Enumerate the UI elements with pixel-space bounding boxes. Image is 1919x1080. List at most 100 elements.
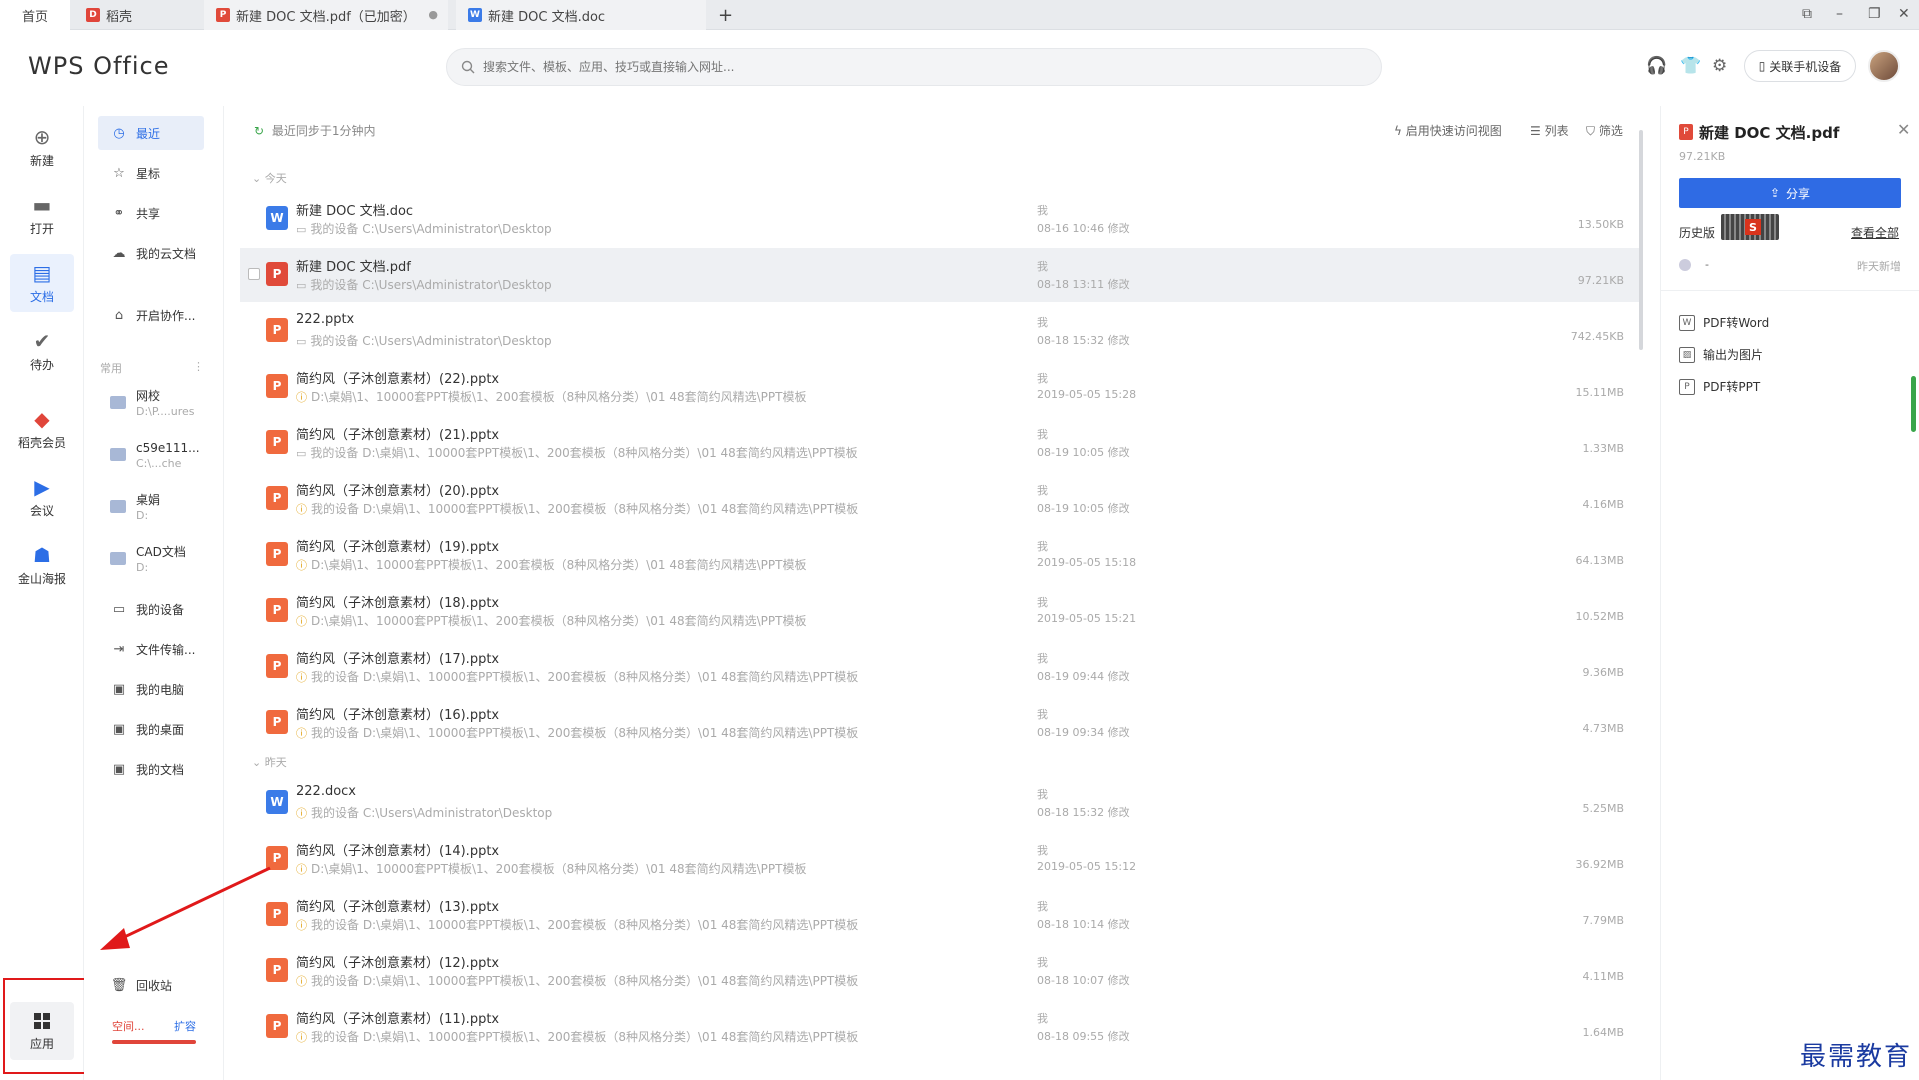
minimize-button[interactable]: – xyxy=(1836,6,1843,22)
ppt-file-icon: P xyxy=(266,598,288,622)
nav-poster[interactable]: ☗ 金山海报 xyxy=(10,536,74,594)
file-name[interactable]: 简约风（子沐创意素材）(13).pptx xyxy=(296,896,499,915)
warning-icon: ⓘ xyxy=(296,863,307,876)
word-file-icon: W xyxy=(266,206,288,230)
file-size: 5.25MB xyxy=(1582,802,1624,815)
folder-item[interactable]: 桌娟 D: xyxy=(98,492,208,536)
export-image-button[interactable]: ▨ 输出为图片 xyxy=(1679,346,1763,363)
file-name[interactable]: 简约风（子沐创意素材）(11).pptx xyxy=(296,1008,499,1027)
file-row[interactable]: P 简约风（子沐创意素材）(21).pptx ▭ 我的设备 D:\桌娟\1、10000… xyxy=(240,416,1640,470)
group-yesterday[interactable]: ⌄ 昨天 xyxy=(252,754,287,770)
folder-item[interactable]: CAD文档 D: xyxy=(98,544,208,588)
search-input[interactable] xyxy=(483,60,1343,74)
list-view-button[interactable]: ☰ 列表 xyxy=(1530,122,1569,139)
folder-item[interactable]: 网校 D:\P....ures xyxy=(98,388,208,432)
avatar[interactable] xyxy=(1868,50,1900,82)
file-name[interactable]: 222.docx xyxy=(296,784,356,799)
file-row[interactable]: P 简约风（子沐创意素材）(18).pptx ⓘ D:\桌娟\1、10000套PPT模… xyxy=(240,584,1640,638)
warning-icon: ⓘ xyxy=(296,919,307,932)
link-phone-button[interactable]: ▯ 关联手机设备 xyxy=(1744,50,1856,82)
file-row[interactable]: P 简约风（子沐创意素材）(16).pptx ⓘ 我的设备 D:\桌娟\1、10000… xyxy=(240,696,1640,750)
secnav-my-computer[interactable]: ▣ 我的电脑 xyxy=(98,672,204,706)
tab-bar: 首页 D 稻壳 P 新建 DOC 文档.pdf（已加密） ● W 新建 DOC … xyxy=(0,0,1919,30)
nav-documents[interactable]: ▤ 文档 xyxy=(10,254,74,312)
file-row[interactable]: P 简约风（子沐创意素材）(14).pptx ⓘ D:\桌娟\1、10000套PPT模… xyxy=(240,832,1640,886)
file-name[interactable]: 简约风（子沐创意素材）(12).pptx xyxy=(296,952,499,971)
tab-pdf-encrypted[interactable]: P 新建 DOC 文档.pdf（已加密） ● xyxy=(204,0,448,30)
file-name[interactable]: 简约风（子沐创意素材）(22).pptx xyxy=(296,368,499,387)
tab-home[interactable]: 首页 xyxy=(0,0,70,30)
file-name[interactable]: 简约风（子沐创意素材）(17).pptx xyxy=(296,648,499,667)
filter-button[interactable]: ⛉ 筛选 xyxy=(1586,122,1623,139)
quick-view-button[interactable]: ϟ 启用快速访问视图 xyxy=(1394,122,1502,139)
pdf-to-ppt-button[interactable]: P PDF转PPT xyxy=(1679,378,1760,395)
file-path: ▭ 我的设备 C:\Users\Administrator\Desktop xyxy=(296,334,552,348)
nav-open[interactable]: ▬ 打开 xyxy=(10,186,74,244)
pdf-to-word-button[interactable]: W PDF转Word xyxy=(1679,314,1769,331)
tab-doc[interactable]: W 新建 DOC 文档.doc xyxy=(456,0,706,30)
file-name[interactable]: 新建 DOC 文档.doc xyxy=(296,200,413,219)
close-tab-icon[interactable]: ● xyxy=(428,8,438,21)
documents-icon: ▣ xyxy=(112,761,126,777)
version-entry[interactable]: - 昨天新增 xyxy=(1679,256,1901,276)
file-row[interactable]: P 简约风（子沐创意素材）(20).pptx ⓘ 我的设备 D:\桌娟\1、10000… xyxy=(240,472,1640,526)
file-name[interactable]: 222.pptx xyxy=(296,312,354,327)
group-today[interactable]: ⌄ 今天 xyxy=(252,170,287,186)
file-row[interactable]: W 222.docx ⓘ 我的设备 C:\Users\Administrator\De… xyxy=(240,776,1640,830)
secnav-cloud[interactable]: ☁ 我的云文档 xyxy=(98,236,204,270)
secnav-recycle[interactable]: 🗑 回收站 xyxy=(98,968,204,1002)
secnav-my-desktop[interactable]: ▣ 我的桌面 xyxy=(98,712,204,746)
file-row[interactable]: P 简约风（子沐创意素材）(13).pptx ⓘ 我的设备 D:\桌娟\1、10000… xyxy=(240,888,1640,942)
panel-scroll-indicator[interactable] xyxy=(1911,376,1916,432)
file-name[interactable]: 新建 DOC 文档.pdf xyxy=(296,256,411,275)
file-row[interactable]: P 简约风（子沐创意素材）(11).pptx ⓘ 我的设备 D:\桌娟\1、10000… xyxy=(240,1000,1640,1054)
search-box[interactable] xyxy=(446,48,1382,86)
file-size: 742.45KB xyxy=(1570,330,1624,343)
view-all-link[interactable]: 查看全部 xyxy=(1851,224,1899,241)
skin-icon[interactable]: 👕 xyxy=(1680,56,1701,76)
file-row[interactable]: P 新建 DOC 文档.pdf ▭ 我的设备 C:\Users\Administrat… xyxy=(240,248,1640,302)
highlight-box xyxy=(3,978,94,1074)
secnav-my-device[interactable]: ▭ 我的设备 xyxy=(98,592,204,626)
tab-docer[interactable]: D 稻壳 xyxy=(74,0,198,30)
new-tab-button[interactable]: + xyxy=(712,0,742,30)
nav-todo[interactable]: ✔ 待办 xyxy=(10,322,74,380)
folder-item[interactable]: c59e111... C:\...che xyxy=(98,440,208,484)
restore-button[interactable]: ❐ xyxy=(1868,6,1881,22)
headset-icon[interactable]: 🎧 xyxy=(1646,56,1667,76)
file-row[interactable]: P 简约风（子沐创意素材）(19).pptx ⓘ D:\桌娟\1、10000套PPT模… xyxy=(240,528,1640,582)
file-name[interactable]: 简约风（子沐创意素材）(16).pptx xyxy=(296,704,499,723)
file-time: 08-19 10:05 修改 xyxy=(1037,446,1130,459)
file-name[interactable]: 简约风（子沐创意素材）(19).pptx xyxy=(296,536,499,555)
file-row[interactable]: P 简约风（子沐创意素材）(22).pptx ⓘ D:\桌娟\1、10000套PPT模… xyxy=(240,360,1640,414)
file-row[interactable]: W 新建 DOC 文档.doc ▭ 我的设备 C:\Users\Administrat… xyxy=(240,192,1640,246)
file-name[interactable]: 简约风（子沐创意素材）(20).pptx xyxy=(296,480,499,499)
nav-docer-member[interactable]: ◆ 稻壳会员 xyxy=(10,400,74,458)
file-row[interactable]: P 222.pptx ▭ 我的设备 C:\Users\Administrator\De… xyxy=(240,304,1640,358)
file-name[interactable]: 简约风（子沐创意素材）(21).pptx xyxy=(296,424,499,443)
gear-icon[interactable]: ⚙ xyxy=(1712,56,1727,76)
layout-icon[interactable]: ⧉ xyxy=(1802,6,1812,22)
secnav-starred[interactable]: ☆ 星标 xyxy=(98,156,204,190)
history-thumbnail[interactable]: S xyxy=(1721,214,1779,240)
close-icon[interactable]: ✕ xyxy=(1897,120,1910,139)
nav-new[interactable]: ⊕ 新建 xyxy=(10,118,74,176)
file-row[interactable]: P 简约风（子沐创意素材）(17).pptx ⓘ 我的设备 D:\桌娟\1、10000… xyxy=(240,640,1640,694)
row-checkbox[interactable] xyxy=(248,268,260,280)
share-button[interactable]: ⇪ 分享 xyxy=(1679,178,1901,208)
nav-meeting[interactable]: ▶ 会议 xyxy=(10,468,74,526)
file-name[interactable]: 简约风（子沐创意素材）(18).pptx xyxy=(296,592,499,611)
secnav-file-transfer[interactable]: ⇥ 文件传输... xyxy=(98,632,204,666)
secnav-my-documents[interactable]: ▣ 我的文档 xyxy=(98,752,204,786)
space-label[interactable]: 空间... xyxy=(112,1018,145,1034)
close-window-button[interactable]: ✕ xyxy=(1898,6,1910,22)
expand-button[interactable]: 扩容 xyxy=(174,1018,196,1034)
device-icon: ▭ xyxy=(296,279,307,292)
secnav-recent[interactable]: ◷ 最近 xyxy=(98,116,204,150)
more-icon[interactable]: ⋮ xyxy=(193,360,204,376)
secnav-shared[interactable]: ⚭ 共享 xyxy=(98,196,204,230)
file-name[interactable]: 简约风（子沐创意素材）(14).pptx xyxy=(296,840,499,859)
secnav-collab[interactable]: ⌂ 开启协作... xyxy=(98,298,204,332)
file-row[interactable]: P 简约风（子沐创意素材）(12).pptx ⓘ 我的设备 D:\桌娟\1、10000… xyxy=(240,944,1640,998)
scrollbar[interactable] xyxy=(1639,130,1643,350)
